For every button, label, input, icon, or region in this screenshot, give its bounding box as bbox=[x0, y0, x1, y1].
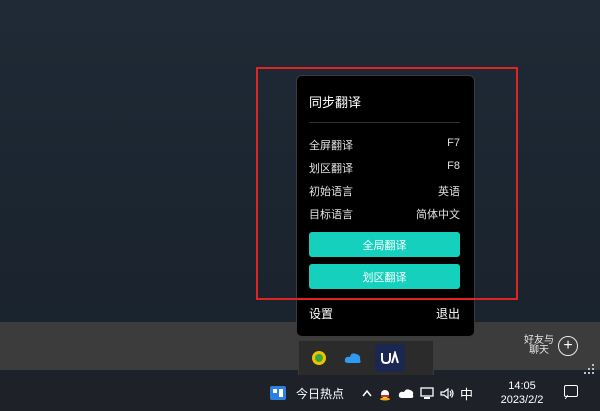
ime-indicator[interactable]: 中 bbox=[460, 384, 473, 403]
chevron-up-icon[interactable] bbox=[362, 389, 372, 397]
menu-item-label: 目标语言 bbox=[309, 209, 353, 221]
network-icon[interactable] bbox=[420, 386, 434, 400]
green-app-icon[interactable] bbox=[307, 346, 331, 370]
translator-app-icon[interactable] bbox=[375, 344, 405, 372]
volume-icon[interactable] bbox=[440, 387, 454, 400]
menu-item-label: 划区翻译 bbox=[309, 163, 353, 175]
news-label: 今日热点 bbox=[296, 386, 345, 401]
clock-time: 14:05 bbox=[508, 380, 536, 392]
shortcut-key: F7 bbox=[447, 137, 460, 149]
clock[interactable]: 14:05 2023/2/2 bbox=[497, 379, 547, 407]
system-tray: 中 bbox=[362, 384, 479, 402]
source-language-value: 英语 bbox=[438, 186, 460, 198]
friend-chat-label: 好友与聊天 bbox=[524, 335, 554, 356]
clock-date: 2023/2/2 bbox=[500, 394, 544, 406]
menu-item-source-language[interactable]: 初始语言 英语 bbox=[309, 183, 460, 199]
news-widget[interactable]: 今日热点 bbox=[270, 384, 344, 402]
translation-context-menu: 同步翻译 全屏翻译 F7 划区翻译 F8 初始语言 英语 目标语言 简体中文 全… bbox=[296, 75, 475, 337]
cloud-app-icon[interactable] bbox=[341, 346, 365, 370]
shortcut-key: F8 bbox=[447, 160, 460, 172]
cloud-icon[interactable] bbox=[398, 388, 414, 399]
exit-button[interactable]: 退出 bbox=[436, 305, 460, 322]
notification-icon[interactable] bbox=[564, 385, 578, 397]
tray-overflow-popup bbox=[298, 340, 434, 376]
menu-item-label: 初始语言 bbox=[309, 186, 353, 198]
menu-item-label: 全屏翻译 bbox=[309, 140, 353, 152]
menu-item-target-language[interactable]: 目标语言 简体中文 bbox=[309, 206, 460, 222]
news-icon bbox=[270, 386, 286, 400]
global-translate-button[interactable]: 全局翻译 bbox=[309, 232, 460, 257]
divider bbox=[309, 122, 460, 123]
resize-grip-icon[interactable] bbox=[582, 362, 594, 374]
menu-item-region-translate[interactable]: 划区翻译 F8 bbox=[309, 160, 460, 176]
menu-item-fullscreen-translate[interactable]: 全屏翻译 F7 bbox=[309, 137, 460, 153]
region-translate-button[interactable]: 划区翻译 bbox=[309, 264, 460, 289]
friend-chat-widget[interactable]: 好友与聊天 + bbox=[522, 336, 582, 362]
plus-icon[interactable]: + bbox=[558, 336, 578, 356]
menu-title: 同步翻译 bbox=[309, 95, 362, 110]
target-language-value: 简体中文 bbox=[416, 209, 460, 221]
taskbar: 今日热点 中 14:05 2023/2/2 bbox=[0, 375, 600, 411]
qq-icon[interactable] bbox=[378, 385, 392, 401]
settings-button[interactable]: 设置 bbox=[309, 305, 333, 322]
